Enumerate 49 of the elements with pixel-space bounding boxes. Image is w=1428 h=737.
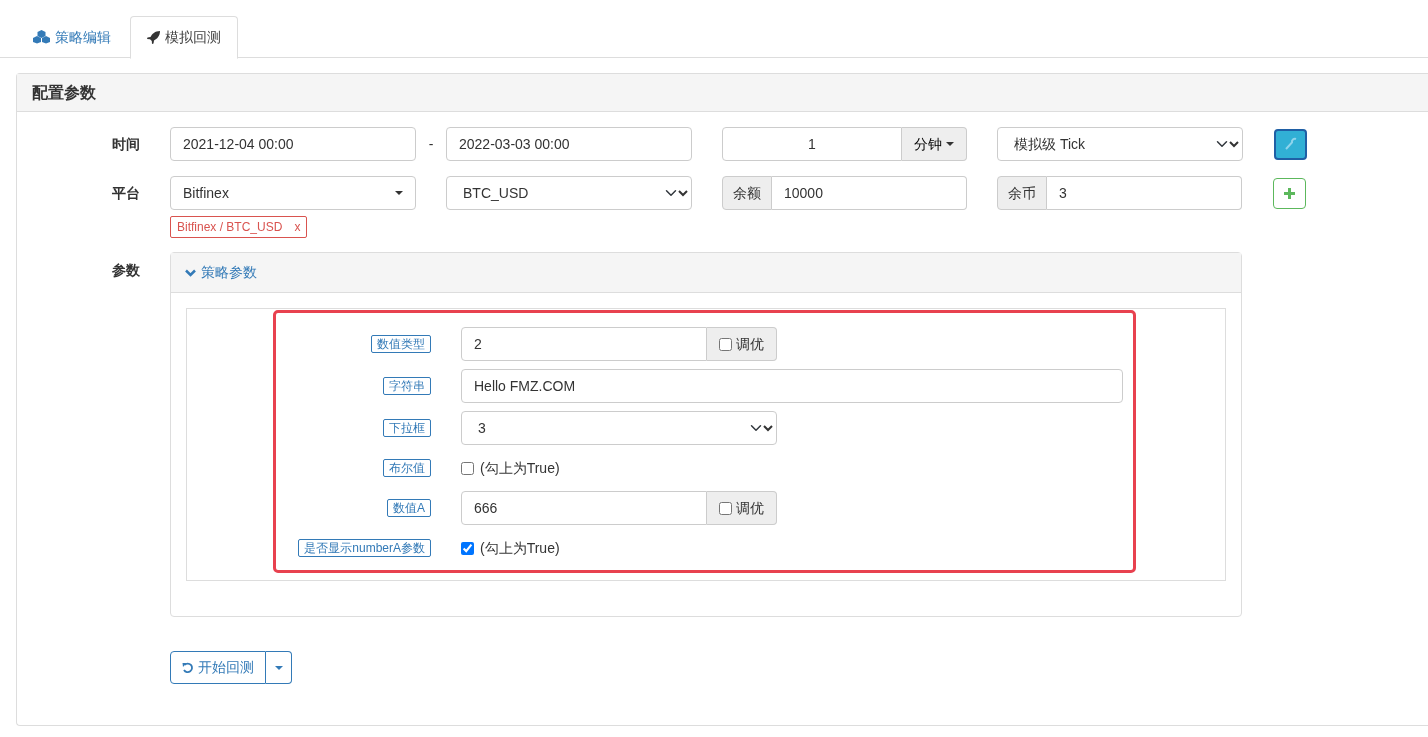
field-label: 时间 [112,134,141,154]
param-label: 字符串 [383,377,431,395]
params-group-toggle[interactable]: 策略参数 [171,253,1241,293]
chevron-icon [185,268,196,277]
checkbox-label: 调优 [736,334,764,354]
plus-icon [1284,187,1295,199]
balance-field[interactable]: 10000 [772,176,967,210]
addon-label: 余币 [997,176,1047,210]
dropdown[interactable]: 3 [461,411,777,445]
checkbox-label: (勾上为True) [480,458,560,478]
text-field[interactable]: Hello FMZ.COM [461,369,1123,403]
period-field[interactable]: 1 [722,127,902,161]
param-label: 是否显示numberA参数 [298,539,431,557]
start-backtest-button[interactable]: 开始回测 [170,651,266,684]
number-field[interactable]: 666 [461,491,707,525]
mode-dropdown[interactable]: 模拟级 Tick [997,127,1243,161]
undo-icon [182,661,194,674]
dropdown-toggle-button[interactable] [266,651,292,684]
checkbox[interactable] [461,541,474,555]
param-label: 布尔值 [383,459,431,477]
tag-text: Bitfinex / BTC_USD [177,219,283,236]
wrench-icon [1283,137,1298,151]
checkbox-label: (勾上为True) [480,538,560,558]
checkbox[interactable] [461,461,474,475]
param-label: 下拉框 [383,419,431,437]
tab[interactable]: 模拟回测 [130,16,238,59]
tune-checkbox[interactable] [719,501,732,515]
dropdown[interactable]: Bitfinex [170,176,416,210]
remove-tag-button[interactable]: x [294,218,301,236]
rocket-icon [147,31,160,44]
checkbox-label: 调优 [736,498,764,518]
field-label: 参数 [112,261,141,280]
pair-dropdown[interactable]: BTC_USD [446,176,692,210]
tab[interactable]: 策略编辑 [16,16,128,58]
addon-label: 余额 [722,176,772,210]
param-label: 数值类型 [371,335,431,353]
unit-dropdown[interactable]: 分钟 [902,127,967,161]
add-button[interactable] [1273,177,1306,209]
coins-field[interactable]: 3 [1047,176,1242,210]
param-label: 数值A [387,499,431,517]
cubes-icon [33,30,50,44]
field-label: 平台 [112,183,141,203]
settings-button[interactable] [1274,128,1307,160]
number-field[interactable]: 2 [461,327,707,361]
panel-title: 配置参数 [17,74,1428,112]
date-separator: - [427,134,435,154]
end-date-field[interactable]: 2022-03-03 00:00 [446,127,692,161]
start-date-field[interactable]: 2021-12-04 00:00 [170,127,416,161]
tune-checkbox[interactable] [719,337,732,351]
